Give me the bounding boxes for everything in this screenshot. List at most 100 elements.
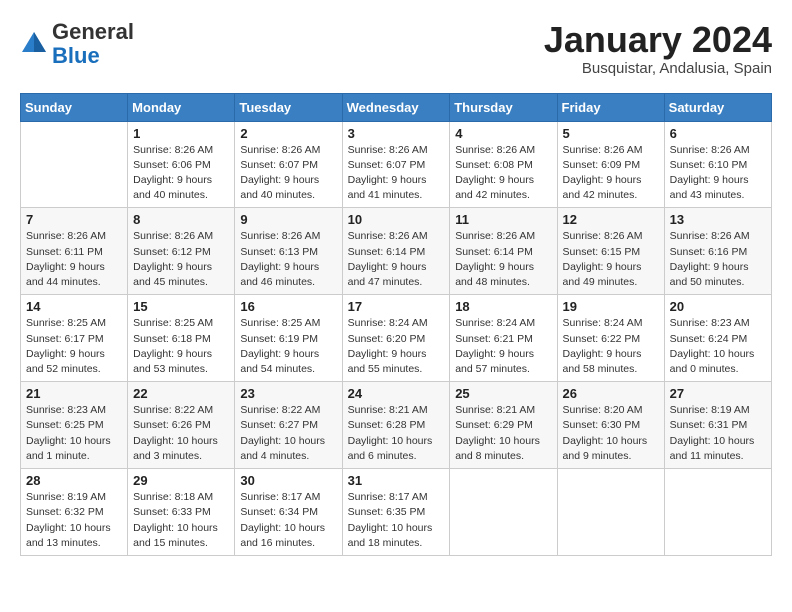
day-info: Sunrise: 8:26 AM Sunset: 6:12 PM Dayligh… — [133, 229, 229, 290]
day-number: 8 — [133, 212, 229, 227]
day-cell: 22 Sunrise: 8:22 AM Sunset: 6:26 PM Dayli… — [128, 382, 235, 469]
day-number: 14 — [26, 299, 122, 314]
day-cell: 2 Sunrise: 8:26 AM Sunset: 6:07 PM Daylig… — [235, 121, 342, 208]
day-number: 22 — [133, 386, 229, 401]
day-info: Sunrise: 8:26 AM Sunset: 6:16 PM Dayligh… — [670, 229, 766, 290]
day-info: Sunrise: 8:26 AM Sunset: 6:10 PM Dayligh… — [670, 143, 766, 204]
day-number: 28 — [26, 473, 122, 488]
logo-general-text: General — [52, 19, 134, 44]
day-cell: 5 Sunrise: 8:26 AM Sunset: 6:09 PM Daylig… — [557, 121, 664, 208]
day-info: Sunrise: 8:18 AM Sunset: 6:33 PM Dayligh… — [133, 490, 229, 551]
day-number: 21 — [26, 386, 122, 401]
day-info: Sunrise: 8:22 AM Sunset: 6:27 PM Dayligh… — [240, 403, 336, 464]
header-thursday: Thursday — [450, 93, 557, 121]
day-number: 26 — [563, 386, 659, 401]
day-info: Sunrise: 8:26 AM Sunset: 6:11 PM Dayligh… — [26, 229, 122, 290]
day-cell: 31Sunrise: 8:17 AM Sunset: 6:35 PM Dayli… — [342, 469, 450, 556]
logo-icon — [20, 30, 48, 58]
day-cell: 25Sunrise: 8:21 AM Sunset: 6:29 PM Dayli… — [450, 382, 557, 469]
logo: General Blue — [20, 20, 134, 68]
day-number: 3 — [348, 126, 445, 141]
day-cell: 30 Sunrise: 8:17 AM Sunset: 6:34 PM Dayli… — [235, 469, 342, 556]
day-cell: 29Sunrise: 8:18 AM Sunset: 6:33 PM Dayli… — [128, 469, 235, 556]
day-info: Sunrise: 8:25 AM Sunset: 6:17 PM Dayligh… — [26, 316, 122, 377]
day-number: 17 — [348, 299, 445, 314]
day-info: Sunrise: 8:24 AM Sunset: 6:20 PM Dayligh… — [348, 316, 445, 377]
day-cell: 19 Sunrise: 8:24 AM Sunset: 6:22 PM Dayli… — [557, 295, 664, 382]
day-cell: 10 Sunrise: 8:26 AM Sunset: 6:14 PM Dayli… — [342, 208, 450, 295]
day-cell: 17 Sunrise: 8:24 AM Sunset: 6:20 PM Dayli… — [342, 295, 450, 382]
day-info: Sunrise: 8:24 AM Sunset: 6:21 PM Dayligh… — [455, 316, 551, 377]
header-monday: Monday — [128, 93, 235, 121]
day-cell — [21, 121, 128, 208]
day-cell — [450, 469, 557, 556]
day-info: Sunrise: 8:25 AM Sunset: 6:19 PM Dayligh… — [240, 316, 336, 377]
day-number: 5 — [563, 126, 659, 141]
day-number: 13 — [670, 212, 766, 227]
header-tuesday: Tuesday — [235, 93, 342, 121]
day-info: Sunrise: 8:26 AM Sunset: 6:13 PM Dayligh… — [240, 229, 336, 290]
day-number: 1 — [133, 126, 229, 141]
day-cell: 11 Sunrise: 8:26 AM Sunset: 6:14 PM Dayli… — [450, 208, 557, 295]
header-sunday: Sunday — [21, 93, 128, 121]
day-number: 4 — [455, 126, 551, 141]
day-number: 9 — [240, 212, 336, 227]
day-cell: 26 Sunrise: 8:20 AM Sunset: 6:30 PM Dayli… — [557, 382, 664, 469]
day-info: Sunrise: 8:26 AM Sunset: 6:08 PM Dayligh… — [455, 143, 551, 204]
day-info: Sunrise: 8:26 AM Sunset: 6:14 PM Dayligh… — [455, 229, 551, 290]
day-info: Sunrise: 8:26 AM Sunset: 6:06 PM Dayligh… — [133, 143, 229, 204]
day-cell: 8 Sunrise: 8:26 AM Sunset: 6:12 PM Daylig… — [128, 208, 235, 295]
day-info: Sunrise: 8:21 AM Sunset: 6:28 PM Dayligh… — [348, 403, 445, 464]
day-cell — [557, 469, 664, 556]
day-info: Sunrise: 8:20 AM Sunset: 6:30 PM Dayligh… — [563, 403, 659, 464]
day-number: 23 — [240, 386, 336, 401]
day-number: 30 — [240, 473, 336, 488]
day-number: 11 — [455, 212, 551, 227]
week-row-1: 7 Sunrise: 8:26 AM Sunset: 6:11 PM Daylig… — [21, 208, 772, 295]
day-info: Sunrise: 8:26 AM Sunset: 6:07 PM Dayligh… — [240, 143, 336, 204]
day-cell: 28 Sunrise: 8:19 AM Sunset: 6:32 PM Dayli… — [21, 469, 128, 556]
day-info: Sunrise: 8:26 AM Sunset: 6:14 PM Dayligh… — [348, 229, 445, 290]
day-info: Sunrise: 8:25 AM Sunset: 6:18 PM Dayligh… — [133, 316, 229, 377]
calendar-header-row: SundayMondayTuesdayWednesdayThursdayFrid… — [21, 93, 772, 121]
day-number: 27 — [670, 386, 766, 401]
day-cell: 27 Sunrise: 8:19 AM Sunset: 6:31 PM Dayli… — [664, 382, 771, 469]
day-cell: 23 Sunrise: 8:22 AM Sunset: 6:27 PM Dayli… — [235, 382, 342, 469]
month-title: January 2024 — [544, 20, 772, 60]
day-info: Sunrise: 8:26 AM Sunset: 6:15 PM Dayligh… — [563, 229, 659, 290]
logo-blue-text: Blue — [52, 43, 100, 68]
title-section: January 2024 Busquistar, Andalusia, Spai… — [544, 20, 772, 77]
day-cell: 12 Sunrise: 8:26 AM Sunset: 6:15 PM Dayli… — [557, 208, 664, 295]
day-cell: 21 Sunrise: 8:23 AM Sunset: 6:25 PM Dayli… — [21, 382, 128, 469]
day-cell: 15Sunrise: 8:25 AM Sunset: 6:18 PM Dayli… — [128, 295, 235, 382]
day-info: Sunrise: 8:26 AM Sunset: 6:09 PM Dayligh… — [563, 143, 659, 204]
day-info: Sunrise: 8:19 AM Sunset: 6:32 PM Dayligh… — [26, 490, 122, 551]
day-cell: 3Sunrise: 8:26 AM Sunset: 6:07 PM Daylig… — [342, 121, 450, 208]
day-cell: 9 Sunrise: 8:26 AM Sunset: 6:13 PM Daylig… — [235, 208, 342, 295]
week-row-2: 14 Sunrise: 8:25 AM Sunset: 6:17 PM Dayli… — [21, 295, 772, 382]
day-number: 19 — [563, 299, 659, 314]
header: General Blue January 2024 Busquistar, An… — [20, 20, 772, 77]
day-cell: 14 Sunrise: 8:25 AM Sunset: 6:17 PM Dayli… — [21, 295, 128, 382]
day-cell: 1 Sunrise: 8:26 AM Sunset: 6:06 PM Daylig… — [128, 121, 235, 208]
day-number: 25 — [455, 386, 551, 401]
day-cell: 18Sunrise: 8:24 AM Sunset: 6:21 PM Dayli… — [450, 295, 557, 382]
day-cell — [664, 469, 771, 556]
day-number: 7 — [26, 212, 122, 227]
header-friday: Friday — [557, 93, 664, 121]
day-number: 2 — [240, 126, 336, 141]
day-cell: 13 Sunrise: 8:26 AM Sunset: 6:16 PM Dayli… — [664, 208, 771, 295]
day-info: Sunrise: 8:19 AM Sunset: 6:31 PM Dayligh… — [670, 403, 766, 464]
day-info: Sunrise: 8:24 AM Sunset: 6:22 PM Dayligh… — [563, 316, 659, 377]
day-cell: 6Sunrise: 8:26 AM Sunset: 6:10 PM Daylig… — [664, 121, 771, 208]
location-subtitle: Busquistar, Andalusia, Spain — [544, 60, 772, 77]
header-saturday: Saturday — [664, 93, 771, 121]
day-info: Sunrise: 8:22 AM Sunset: 6:26 PM Dayligh… — [133, 403, 229, 464]
day-number: 10 — [348, 212, 445, 227]
day-info: Sunrise: 8:17 AM Sunset: 6:34 PM Dayligh… — [240, 490, 336, 551]
day-number: 20 — [670, 299, 766, 314]
day-cell: 16 Sunrise: 8:25 AM Sunset: 6:19 PM Dayli… — [235, 295, 342, 382]
day-number: 12 — [563, 212, 659, 227]
day-number: 16 — [240, 299, 336, 314]
day-info: Sunrise: 8:23 AM Sunset: 6:25 PM Dayligh… — [26, 403, 122, 464]
